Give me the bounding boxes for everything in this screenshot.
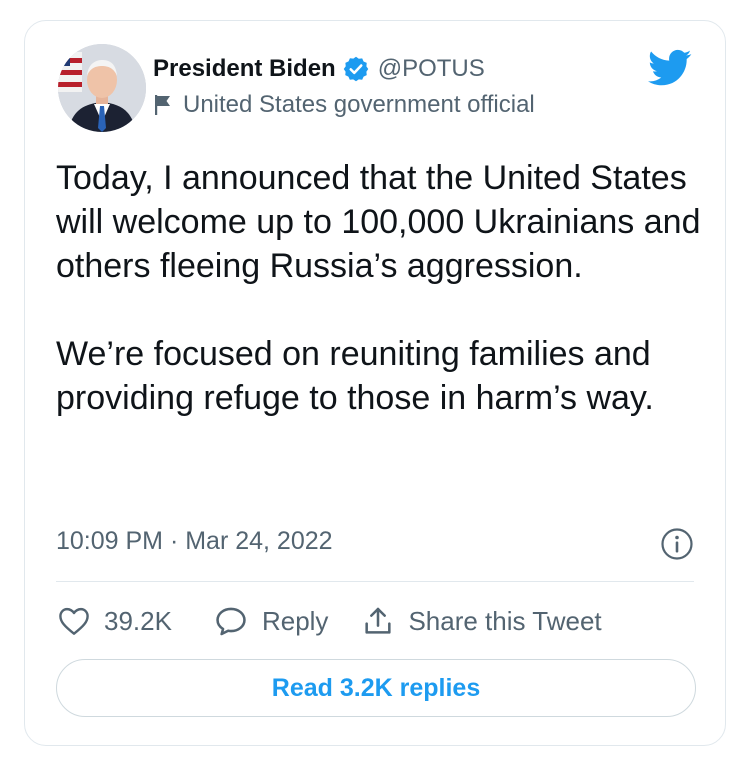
share-label: Share this Tweet — [408, 605, 602, 636]
avatar[interactable] — [58, 44, 146, 132]
author-header: President Biden @POTUS — [153, 55, 485, 83]
twitter-bird-icon[interactable] — [648, 49, 692, 87]
government-label-text: United States government official — [183, 91, 535, 118]
author-display-name[interactable]: President Biden — [153, 55, 336, 83]
divider — [56, 581, 694, 582]
heart-icon — [59, 607, 89, 635]
reply-bubble-icon — [216, 607, 246, 636]
tweet-timestamp[interactable]: 10:09 PM · Mar 24, 2022 — [56, 527, 333, 556]
reply-button[interactable]: Reply — [214, 605, 328, 637]
tweet-embed-card: President Biden @POTUS United States gov… — [24, 20, 726, 746]
reply-label: Reply — [261, 605, 329, 636]
flag-icon — [153, 93, 173, 117]
tweet-paragraph: Today, I announced that the United State… — [56, 159, 701, 285]
like-count: 39.2K — [104, 605, 172, 636]
tweet-paragraph: We’re focused on reuniting families and … — [56, 335, 654, 417]
tweet-text: Today, I announced that the United State… — [56, 156, 706, 420]
info-icon[interactable] — [660, 527, 694, 561]
author-label: United States government official — [153, 91, 535, 119]
author-handle[interactable]: @POTUS — [378, 55, 485, 83]
action-bar: 39.2K Reply Share this Tweet — [58, 601, 602, 641]
verified-badge-icon — [342, 55, 370, 83]
read-replies-button[interactable]: Read 3.2K replies — [56, 659, 696, 717]
share-icon — [365, 607, 392, 634]
share-button[interactable]: Share this Tweet — [362, 605, 602, 637]
like-button[interactable]: 39.2K — [58, 606, 172, 637]
